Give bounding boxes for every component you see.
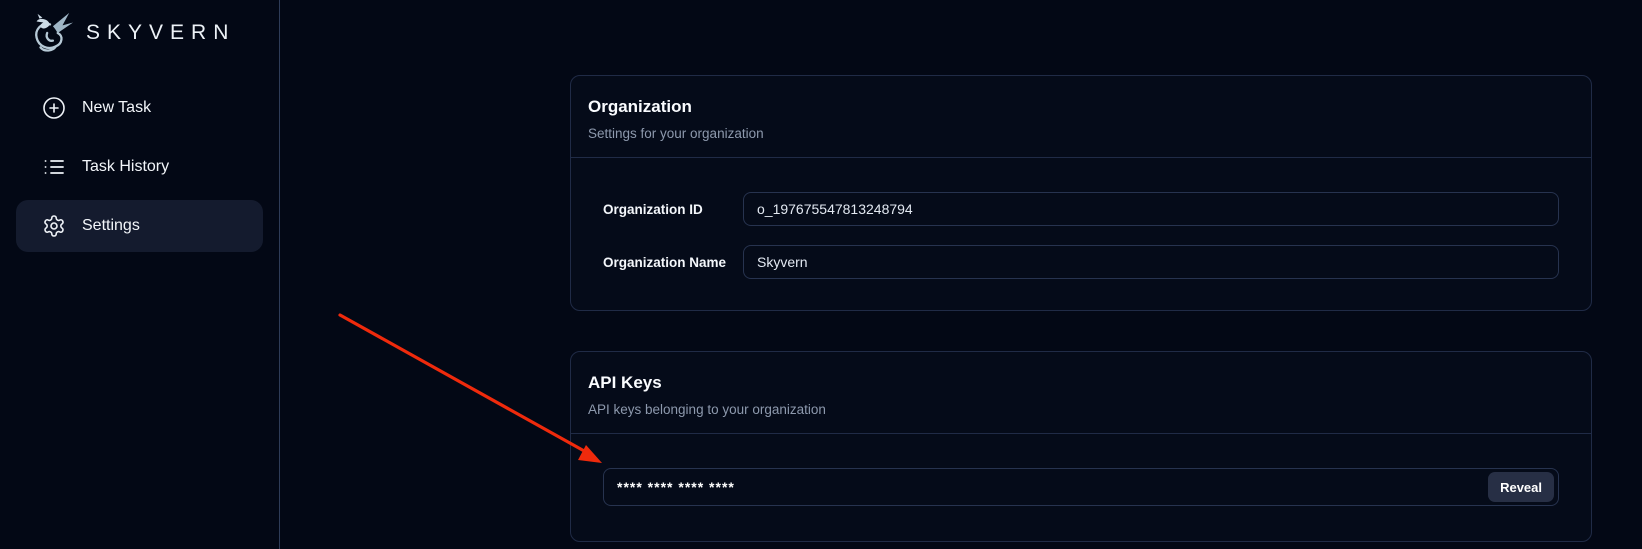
sidebar: SKYVERN New Task Task History: [0, 0, 280, 549]
brand-name: SKYVERN: [86, 21, 235, 45]
organization-card-header: Organization Settings for your organizat…: [571, 76, 1591, 157]
gear-icon: [42, 214, 66, 238]
api-key-field-wrap: Reveal: [603, 468, 1559, 506]
list-icon: [42, 155, 66, 179]
sidebar-item-new-task[interactable]: New Task: [16, 82, 263, 134]
reveal-button[interactable]: Reveal: [1488, 472, 1554, 502]
organization-card: Organization Settings for your organizat…: [570, 75, 1592, 311]
organization-name-label: Organization Name: [603, 255, 727, 270]
api-keys-card-subtitle: API keys belonging to your organization: [588, 402, 1574, 417]
app-window: SKYVERN New Task Task History: [0, 0, 1642, 549]
api-keys-card-title: API Keys: [588, 373, 1574, 393]
organization-name-row: Organization Name: [603, 245, 1559, 279]
organization-card-body: Organization ID Organization Name: [571, 158, 1591, 279]
api-key-masked-input[interactable]: [603, 468, 1559, 506]
sidebar-item-task-history[interactable]: Task History: [16, 141, 263, 193]
api-keys-card: API Keys API keys belonging to your orga…: [570, 351, 1592, 542]
organization-name-input[interactable]: [743, 245, 1559, 279]
organization-card-title: Organization: [588, 97, 1574, 117]
organization-card-subtitle: Settings for your organization: [588, 126, 1574, 141]
skyvern-dragon-logo: [28, 9, 74, 57]
sidebar-item-label: Settings: [82, 217, 140, 235]
api-keys-card-body: Reveal: [571, 434, 1591, 506]
sidebar-item-label: New Task: [82, 99, 151, 117]
main-content: Organization Settings for your organizat…: [280, 0, 1642, 549]
sidebar-item-settings[interactable]: Settings: [16, 200, 263, 252]
plus-circle-icon: [42, 96, 66, 120]
organization-id-label: Organization ID: [603, 202, 727, 217]
organization-id-row: Organization ID: [603, 192, 1559, 226]
sidebar-item-label: Task History: [82, 158, 169, 176]
brand: SKYVERN: [16, 6, 263, 60]
sidebar-nav: New Task Task History Settings: [16, 82, 263, 252]
api-keys-card-header: API Keys API keys belonging to your orga…: [571, 352, 1591, 433]
organization-id-input[interactable]: [743, 192, 1559, 226]
